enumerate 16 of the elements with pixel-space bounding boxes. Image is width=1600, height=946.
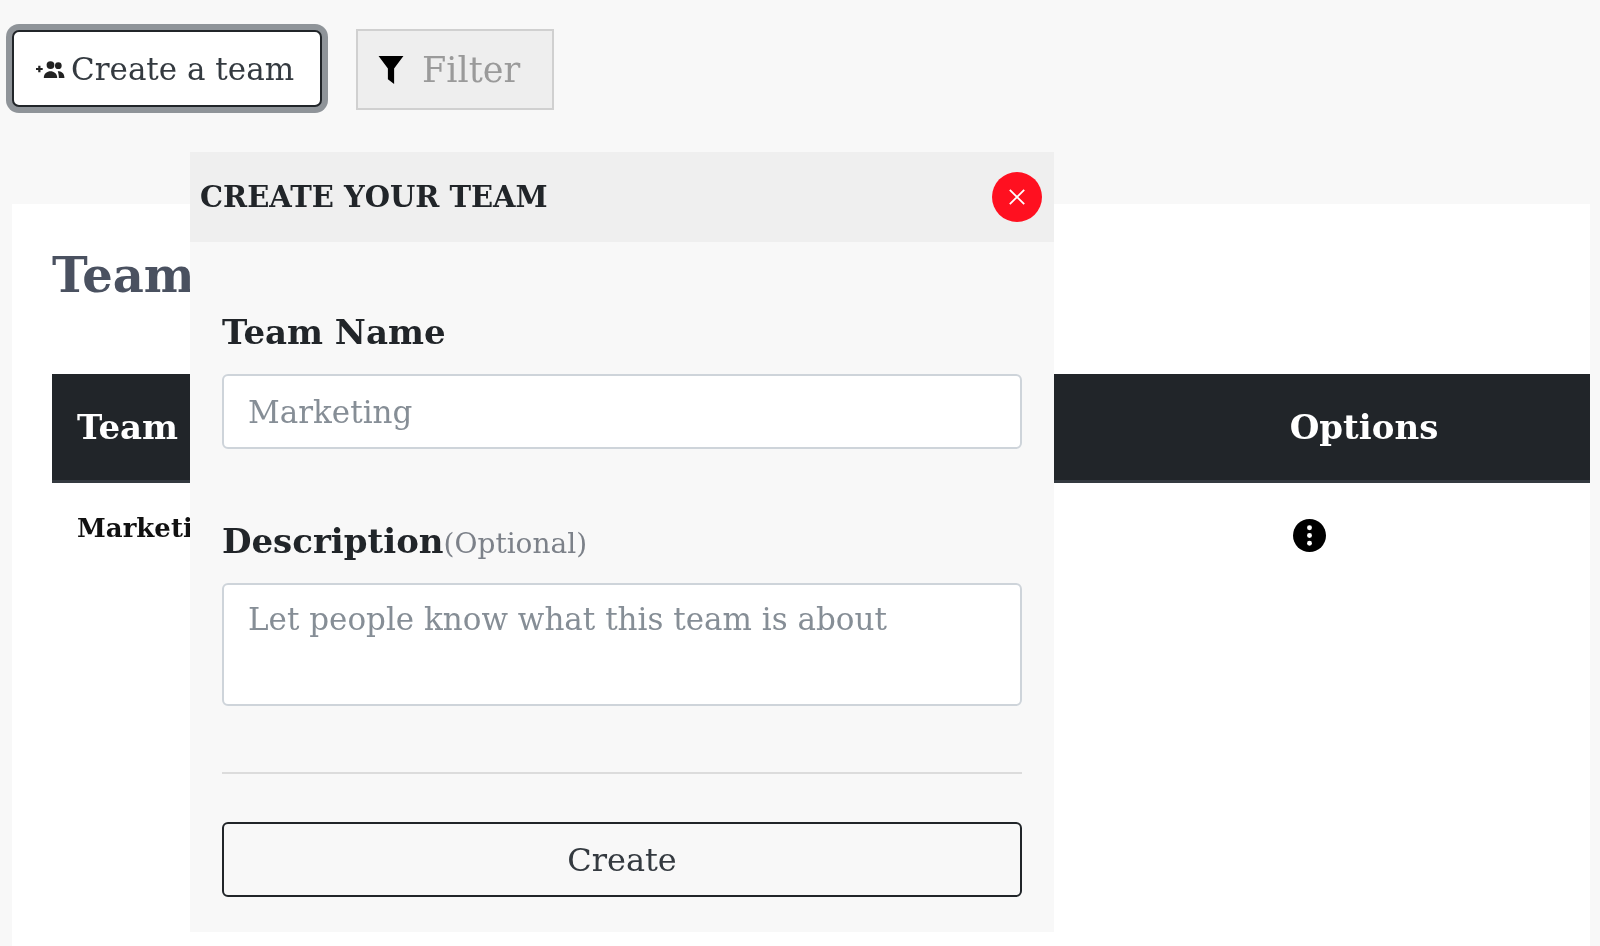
team-name-field[interactable]: Marketing xyxy=(222,374,1022,449)
page-heading: Team xyxy=(52,246,196,305)
optional-hint: (Optional) xyxy=(443,527,588,560)
close-button[interactable] xyxy=(992,172,1042,222)
add-people-icon xyxy=(36,59,65,78)
create-button[interactable]: Create xyxy=(222,822,1022,897)
field-label: Description xyxy=(222,521,444,561)
description-field[interactable]: Let people know what this team is about xyxy=(222,583,1022,706)
modal-title: CREATE YOUR TEAM xyxy=(200,180,548,214)
column-header: Team xyxy=(77,406,179,447)
close-icon xyxy=(1008,188,1026,206)
funnel-icon xyxy=(378,55,404,84)
field-label: Team Name xyxy=(222,312,446,352)
more-options-icon[interactable] xyxy=(1292,518,1326,552)
column-header: Options xyxy=(1289,406,1439,447)
team-name: Marketi xyxy=(77,512,193,543)
